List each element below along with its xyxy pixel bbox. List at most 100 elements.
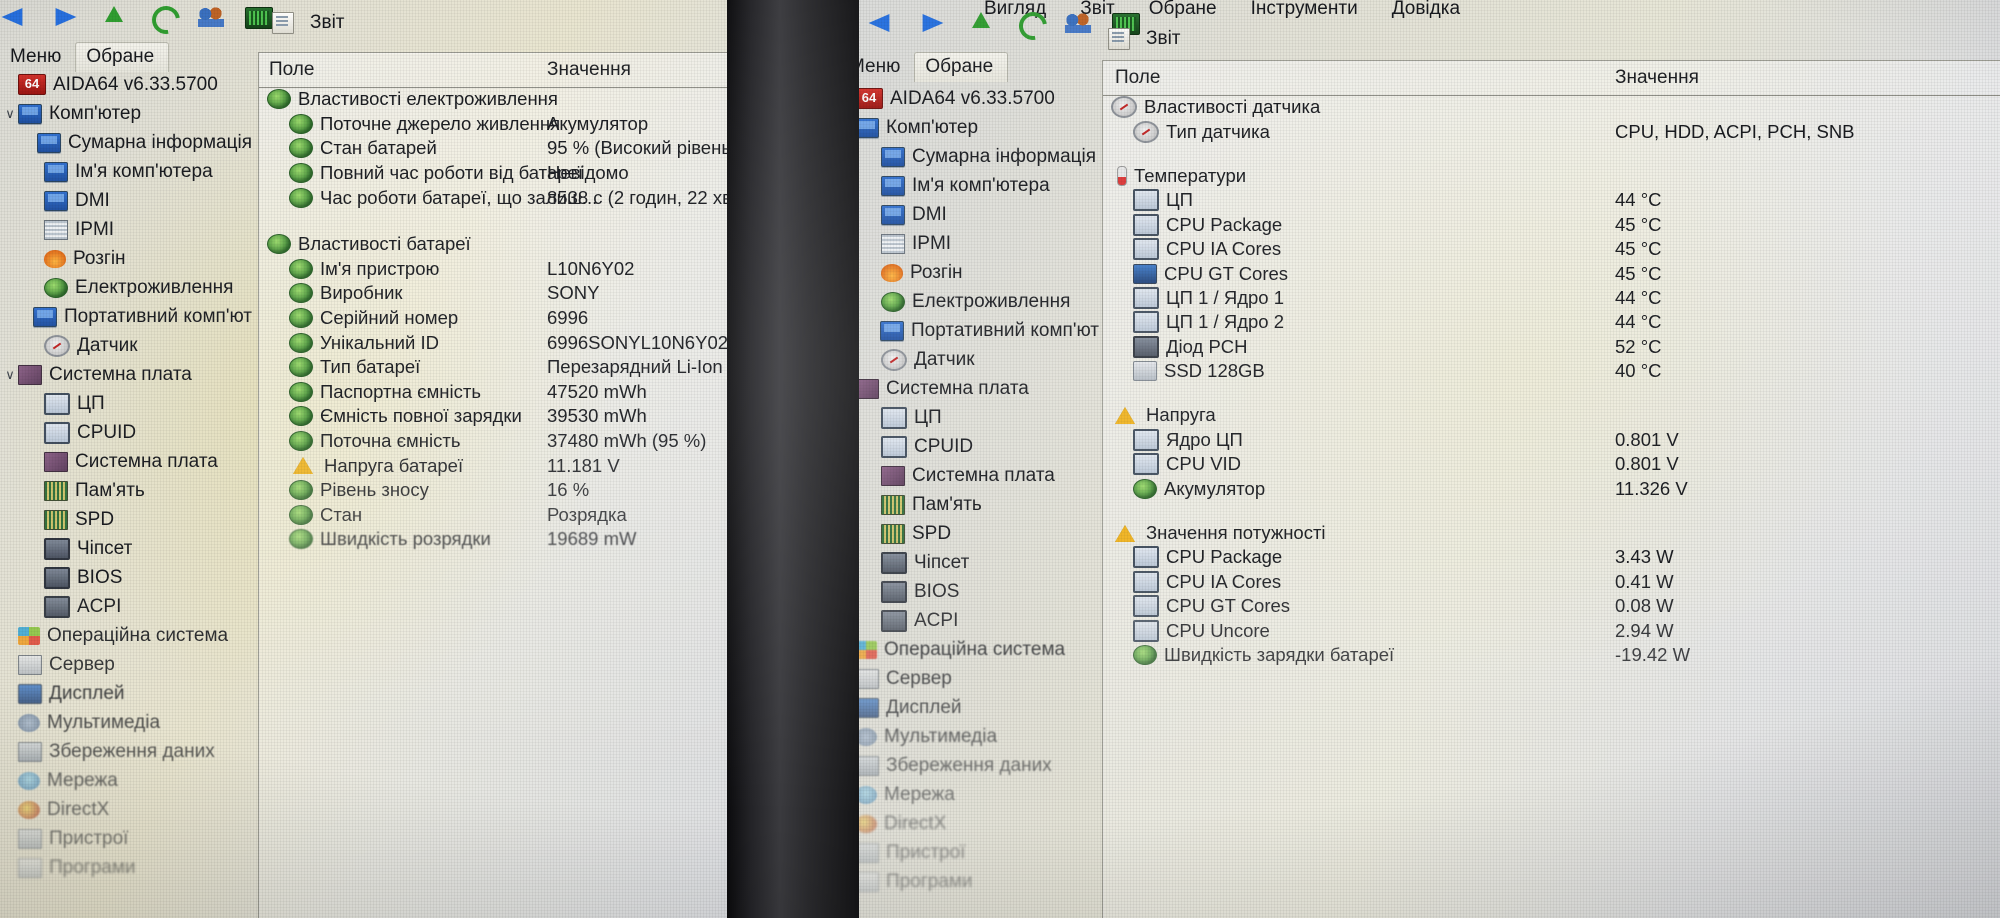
- sidebar-item-12[interactable]: Системна плата: [2, 447, 252, 476]
- menu-tab-menu[interactable]: Меню: [0, 43, 75, 72]
- table-row[interactable]: Поточна ємність 37480 mWh (95 %): [259, 429, 727, 454]
- table-row[interactable]: Напруга батареї 11.181 V: [259, 453, 727, 478]
- sidebar-item-1[interactable]: Сумарна інформація: [2, 128, 252, 157]
- sidebar-item-13[interactable]: Пам'ять: [859, 490, 1099, 519]
- sidebar-item-4[interactable]: IPMI: [859, 229, 1099, 258]
- sidebar-item-18[interactable]: Операційна система: [2, 621, 252, 650]
- up-arrow-icon[interactable]: [98, 2, 132, 32]
- sidebar-item-19[interactable]: Сервер: [859, 664, 1099, 693]
- sidebar-item-16[interactable]: BIOS: [859, 577, 1099, 606]
- table-row[interactable]: Тип батареї Перезарядний Li-Ion: [259, 355, 727, 380]
- sidebar-item-25[interactable]: Пристрої: [859, 838, 1099, 867]
- table-row[interactable]: Діод PCH 52 °C: [1103, 335, 2000, 359]
- sidebar-item-13[interactable]: Пам'ять: [2, 476, 252, 505]
- table-row[interactable]: Поточне джерело живлення Акумулятор: [259, 112, 727, 137]
- menu-tab-menu[interactable]: Меню: [859, 53, 914, 82]
- right-report-tab[interactable]: Звіт: [1108, 28, 1181, 50]
- table-row[interactable]: Ємність повної зарядки 39530 mWh: [259, 404, 727, 429]
- sidebar-item-26[interactable]: Програми: [859, 867, 1099, 896]
- sidebar-item-25[interactable]: Пристрої: [2, 824, 252, 853]
- sidebar-item-3[interactable]: DMI: [859, 200, 1099, 229]
- menu-tab-favourites[interactable]: Обране: [914, 52, 1009, 82]
- forward-arrow-icon[interactable]: [50, 2, 84, 32]
- right-list-view[interactable]: Поле Значення Властивості датчика Тип дат…: [1102, 60, 2000, 918]
- forward-arrow-icon[interactable]: [917, 8, 951, 38]
- table-row[interactable]: CPU GT Cores 0.08 W: [1103, 594, 2000, 618]
- top-menu-item-3[interactable]: Інструменти: [1251, 0, 1358, 20]
- sidebar-item-21[interactable]: Мультимедіа: [859, 722, 1099, 751]
- table-row[interactable]: CPU IA Cores 45 °C: [1103, 237, 2000, 261]
- sidebar-item-5[interactable]: Розгін: [859, 258, 1099, 287]
- sidebar-item-10[interactable]: ЦП: [2, 389, 252, 418]
- table-row[interactable]: ЦП 44 °C: [1103, 188, 2000, 212]
- table-row[interactable]: Рівень зносу 16 %: [259, 478, 727, 503]
- monitor-icon[interactable]: [242, 2, 276, 32]
- table-row[interactable]: Тип датчика CPU, HDD, ACPI, PCH, SNB: [1103, 119, 2000, 143]
- table-row[interactable]: SSD 128GB 40 °C: [1103, 359, 2000, 383]
- table-row[interactable]: Акумулятор 11.326 V: [1103, 476, 2000, 500]
- sidebar-item-22[interactable]: Збереження даних: [2, 737, 252, 766]
- top-menu-item-2[interactable]: Обране: [1149, 0, 1217, 20]
- sidebar-item-18[interactable]: Операційна система: [859, 635, 1099, 664]
- sidebar-item-4[interactable]: IPMI: [2, 215, 252, 244]
- sidebar-item-0[interactable]: ∨Комп'ютер: [2, 99, 252, 128]
- table-row[interactable]: Стан батарей 95 % (Високий рівень): [259, 136, 727, 161]
- sidebar-item-20[interactable]: Дисплей: [2, 679, 252, 708]
- chevron-down-icon[interactable]: ∨: [2, 360, 18, 389]
- left-navigation-tree[interactable]: 64 AIDA64 v6.33.5700 ∨ Комп'ютер Сумарна інф…: [2, 70, 252, 882]
- right-list-body[interactable]: Властивості датчика Тип датчика CPU, HDD, …: [1103, 95, 2000, 918]
- sidebar-item-24[interactable]: DirectX: [2, 795, 252, 824]
- sidebar-item-22[interactable]: Збереження даних: [859, 751, 1099, 780]
- back-arrow-icon[interactable]: [1, 2, 36, 32]
- sidebar-item-0[interactable]: ∨Комп'ютер: [859, 113, 1099, 142]
- right-navigation-tree[interactable]: 64 AIDA64 v6.33.5700 ∨Комп'ютер Сумарна інф…: [859, 84, 1099, 896]
- sidebar-item-1[interactable]: Сумарна інформація: [859, 142, 1099, 171]
- sidebar-item-9[interactable]: ∨Системна плата: [2, 360, 252, 389]
- left-toolbar[interactable]: [0, 0, 276, 40]
- sidebar-item-5[interactable]: Розгін: [2, 244, 252, 273]
- top-menu-item-4[interactable]: Довідка: [1392, 0, 1460, 20]
- sidebar-item-6[interactable]: Електроживлення: [859, 287, 1099, 316]
- table-row[interactable]: Повний час роботи від батареї Невідомо: [259, 161, 727, 186]
- sidebar-item-3[interactable]: DMI: [2, 186, 252, 215]
- sidebar-item-17[interactable]: ACPI: [2, 592, 252, 621]
- sidebar-item-9[interactable]: ∨Системна плата: [859, 374, 1099, 403]
- sidebar-item-10[interactable]: ЦП: [859, 403, 1099, 432]
- sidebar-item-23[interactable]: Мережа: [2, 766, 252, 795]
- table-row[interactable]: CPU GT Cores 45 °C: [1103, 261, 2000, 285]
- tree-root[interactable]: 64 AIDA64 v6.33.5700: [2, 70, 252, 99]
- table-row[interactable]: ЦП 1 / Ядро 1 44 °C: [1103, 286, 2000, 310]
- table-row[interactable]: Виробник SONY: [259, 281, 727, 306]
- left-list-view[interactable]: Поле Значення Властивості електроживленн…: [258, 52, 727, 918]
- sidebar-item-11[interactable]: CPUID: [859, 432, 1099, 461]
- tree-root[interactable]: 64 AIDA64 v6.33.5700: [859, 84, 1099, 113]
- left-report-tab[interactable]: Звіт: [272, 12, 345, 34]
- table-row[interactable]: Час роботи батареї, що залиш... 8538 c (2…: [259, 185, 727, 210]
- left-menubar[interactable]: Меню Обране: [0, 42, 170, 72]
- sidebar-item-6[interactable]: Електроживлення: [2, 273, 252, 302]
- table-row[interactable]: Серійний номер 6996: [259, 306, 727, 331]
- sidebar-item-19[interactable]: Сервер: [2, 650, 252, 679]
- table-row[interactable]: Ім'я пристрою L10N6Y02: [259, 257, 727, 282]
- menu-tab-favourites[interactable]: Обране: [75, 42, 170, 72]
- sidebar-item-23[interactable]: Мережа: [859, 780, 1099, 809]
- right-toolbar[interactable]: [868, 6, 1143, 46]
- sidebar-item-14[interactable]: SPD: [859, 519, 1099, 548]
- users-icon[interactable]: [1061, 8, 1095, 38]
- refresh-icon[interactable]: [146, 0, 186, 40]
- table-row[interactable]: CPU Uncore 2.94 W: [1103, 618, 2000, 642]
- sidebar-item-11[interactable]: CPUID: [2, 418, 252, 447]
- chevron-down-icon[interactable]: ∨: [2, 99, 18, 128]
- sidebar-item-12[interactable]: Системна плата: [859, 461, 1099, 490]
- sidebar-item-15[interactable]: Чіпсет: [859, 548, 1099, 577]
- table-row[interactable]: CPU Package 45 °C: [1103, 213, 2000, 237]
- table-row[interactable]: Ядро ЦП 0.801 V: [1103, 428, 2000, 452]
- table-row[interactable]: Паспортна ємність 47520 mWh: [259, 380, 727, 405]
- up-arrow-icon[interactable]: [965, 8, 999, 38]
- sidebar-item-14[interactable]: SPD: [2, 505, 252, 534]
- table-row[interactable]: CPU VID 0.801 V: [1103, 452, 2000, 476]
- sidebar-item-16[interactable]: BIOS: [2, 563, 252, 592]
- table-row[interactable]: Унікальний ID 6996SONYL10N6Y02: [259, 330, 727, 355]
- table-row[interactable]: Швидкість зарядки батареї -19.42 W: [1103, 643, 2000, 667]
- sidebar-item-20[interactable]: Дисплей: [859, 693, 1099, 722]
